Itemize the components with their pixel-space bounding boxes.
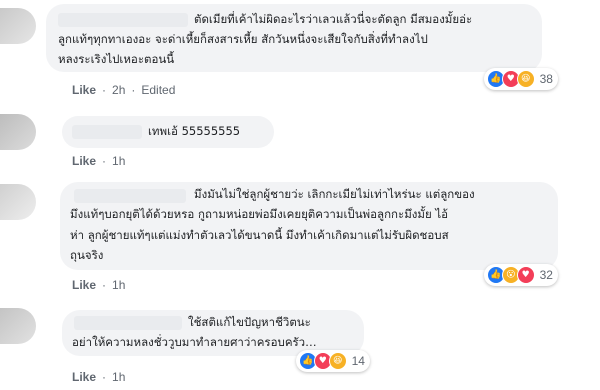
- comment-timestamp[interactable]: 1h: [112, 154, 125, 168]
- comment-actions: Like · 1h: [72, 370, 126, 384]
- comment-text-line: มึงแท้ๆบอกยุติได้ด้วยหรอ กูถามหน่อยพ่อมึ…: [70, 207, 449, 221]
- comment-timestamp[interactable]: 1h: [112, 370, 125, 384]
- edited-label[interactable]: Edited: [141, 83, 175, 97]
- comment-text-line: อย่าให้ความหลงชั่ววูบมาทำลายศาว่าครอบครั…: [72, 335, 317, 349]
- comment-actions: Like · 2h · Edited: [72, 83, 176, 97]
- reaction-count: 32: [539, 268, 553, 282]
- reaction-summary[interactable]: 👍 😮 ♥ 32: [484, 264, 558, 286]
- comment-text-line: ถุนจริง: [70, 248, 104, 262]
- comment-timestamp[interactable]: 1h: [112, 278, 125, 292]
- commenter-avatar[interactable]: [0, 8, 36, 44]
- reaction-summary[interactable]: 👍 ♥ 😆 38: [484, 68, 558, 90]
- comment-text-line: ห่า ลูกผู้ชายแท้ๆแต่แม่งทำตัวเลวได้ขนาดน…: [70, 228, 449, 242]
- haha-icon: 😆: [516, 70, 535, 88]
- commenter-name[interactable]: [72, 125, 142, 139]
- commenter-avatar[interactable]: [0, 114, 36, 150]
- comment-text-line: ตัดเมียที่เค้าไม่ผิดอะไรว่าเลวแล้วนี่จะต…: [194, 12, 473, 26]
- haha-icon: 😆: [328, 352, 347, 370]
- like-button[interactable]: Like: [72, 154, 96, 168]
- comment-timestamp[interactable]: 2h: [112, 83, 125, 97]
- commenter-avatar[interactable]: [0, 308, 36, 344]
- comment-bubble: มึงมันไม่ใช่ลูกผู้ชายว่ะ เลิกกะเมียไม่เท…: [60, 182, 558, 270]
- comment-text-line: ใช้สติแก้ไขปัญหาชีวิตนะ: [188, 315, 311, 329]
- like-button[interactable]: Like: [72, 278, 96, 292]
- like-button[interactable]: Like: [72, 370, 96, 384]
- comment-bubble: ตัดเมียที่เค้าไม่ผิดอะไรว่าเลวแล้วนี่จะต…: [46, 4, 542, 72]
- comment-text-line: หลงระเริงไปเหอะตอนนี้: [58, 52, 175, 66]
- commenter-name[interactable]: [74, 189, 186, 203]
- comment-actions: Like · 1h: [72, 154, 126, 168]
- comment-actions: Like · 1h: [72, 278, 126, 292]
- reaction-summary[interactable]: 👍 ♥ 😆 14: [296, 350, 370, 372]
- reaction-count: 14: [351, 354, 365, 368]
- comment-bubble: เทพเอ้ 55555555: [62, 116, 274, 148]
- commenter-avatar[interactable]: [0, 184, 36, 220]
- comment-text-line: เทพเอ้ 55555555: [148, 124, 241, 138]
- like-button[interactable]: Like: [72, 83, 96, 97]
- reaction-count: 38: [539, 72, 553, 86]
- comment-text-line: มึงมันไม่ใช่ลูกผู้ชายว่ะ เลิกกะเมียไม่เท…: [194, 187, 475, 201]
- comment-text-line: ลูกแท้ๆทุกทาเองอะ จะด่าเหี้ยก็สงสารเหี้ย…: [58, 32, 428, 46]
- love-icon: ♥: [516, 266, 535, 284]
- commenter-name[interactable]: [74, 316, 182, 330]
- commenter-name[interactable]: [58, 13, 188, 27]
